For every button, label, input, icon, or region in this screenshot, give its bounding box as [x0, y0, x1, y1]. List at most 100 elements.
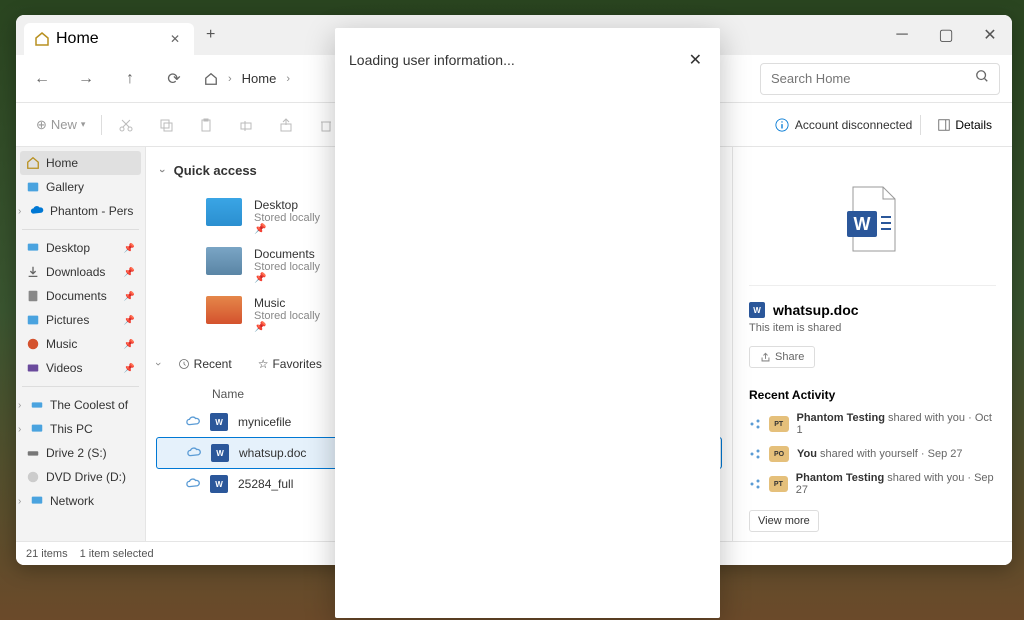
share-icon [760, 352, 771, 363]
pin-icon: 📌 [124, 291, 135, 302]
pin-icon: 📌 [124, 339, 135, 350]
nav-videos[interactable]: Videos📌 [20, 356, 141, 380]
nav-network[interactable]: Network [20, 489, 141, 513]
search-input[interactable] [771, 71, 975, 86]
folder-icon [206, 247, 242, 275]
view-more-button[interactable]: View more [749, 510, 819, 532]
folder-icon [206, 198, 242, 226]
back-button[interactable]: ← [28, 65, 56, 93]
new-tab-button[interactable]: + [206, 26, 215, 44]
favorites-toggle[interactable]: ☆Favorites [250, 353, 330, 375]
cut-button[interactable] [110, 109, 142, 141]
copy-button[interactable] [150, 109, 182, 141]
share-button[interactable] [270, 109, 302, 141]
details-filename-row: W whatsup.doc [749, 302, 996, 318]
pictures-icon [26, 313, 40, 327]
drive-icon [26, 446, 40, 460]
details-icon [937, 118, 951, 132]
tab-home[interactable]: Home ✕ [24, 23, 194, 55]
share-icon [749, 478, 761, 490]
breadcrumb[interactable]: › Home › [204, 71, 290, 86]
navigation-pane[interactable]: Home Gallery Phantom - Pers Desktop📌 Dow… [16, 147, 146, 541]
nav-downloads[interactable]: Downloads📌 [20, 260, 141, 284]
plus-circle-icon: ⊕ [36, 117, 47, 133]
nav-thispc[interactable]: This PC [20, 417, 141, 441]
maximize-button[interactable]: ▢ [924, 19, 968, 51]
dialog-title: Loading user information... [349, 52, 515, 68]
share-icon [749, 448, 761, 460]
chevron-down-icon[interactable]: › [152, 362, 164, 366]
dvd-icon [26, 470, 40, 484]
details-pane-toggle[interactable]: Details [929, 114, 1000, 136]
pin-icon: 📌 [254, 273, 320, 284]
word-file-icon: W [749, 302, 765, 318]
share-button[interactable]: Share [749, 346, 815, 368]
selection-count: 1 item selected [80, 548, 154, 560]
chevron-right-icon: › [286, 73, 290, 85]
minimize-button[interactable]: ─ [880, 19, 924, 51]
close-window-button[interactable]: ✕ [968, 19, 1012, 51]
gallery-icon [26, 180, 40, 194]
chevron-down-icon: ▾ [81, 119, 86, 130]
details-pane: W W whatsup.doc This item is shared Shar… [732, 147, 1012, 541]
avatar: PT [769, 416, 789, 432]
cloud-icon [186, 477, 200, 491]
breadcrumb-item[interactable]: Home [242, 71, 277, 86]
download-icon [26, 265, 40, 279]
close-tab-icon[interactable]: ✕ [166, 30, 184, 48]
nav-desktop[interactable]: Desktop📌 [20, 236, 141, 260]
paste-button[interactable] [190, 109, 222, 141]
desktop-icon [26, 241, 40, 255]
search-box[interactable] [760, 63, 1000, 95]
nav-coolest[interactable]: The Coolest of [20, 393, 141, 417]
cloud-icon [187, 446, 201, 460]
up-button[interactable]: ↑ [116, 65, 144, 93]
shared-label: This item is shared [749, 322, 996, 334]
activity-item: PO You shared with yourself · Sep 27 [749, 446, 996, 462]
new-button[interactable]: ⊕ New ▾ [28, 113, 93, 137]
account-status[interactable]: Account disconnected [775, 118, 912, 132]
refresh-button[interactable]: ⟳ [160, 65, 188, 93]
nav-pictures[interactable]: Pictures📌 [20, 308, 141, 332]
loading-dialog: Loading user information... ✕ [335, 28, 720, 618]
rename-button[interactable] [230, 109, 262, 141]
close-dialog-button[interactable]: ✕ [685, 46, 706, 74]
tab-label: Home [56, 30, 99, 48]
word-document-icon: W [843, 183, 903, 255]
share-icon [749, 418, 761, 430]
pin-icon: 📌 [124, 267, 135, 278]
pin-icon: 📌 [124, 363, 135, 374]
search-icon[interactable] [975, 69, 989, 88]
cloud-icon [186, 415, 200, 429]
word-file-icon: W [210, 413, 228, 431]
documents-icon [26, 289, 40, 303]
chevron-right-icon: › [228, 73, 232, 85]
nav-documents[interactable]: Documents📌 [20, 284, 141, 308]
nav-dvd[interactable]: DVD Drive (D:) [20, 465, 141, 489]
cloud-icon [30, 204, 44, 218]
chevron-down-icon: › [156, 169, 168, 173]
word-file-icon: W [210, 475, 228, 493]
activity-item: PT Phantom Testing shared with you · Oct… [749, 412, 996, 436]
clock-icon [178, 358, 190, 370]
file-preview: W [749, 163, 996, 285]
drive-icon [30, 398, 44, 412]
nav-onedrive[interactable]: Phantom - Pers [20, 199, 141, 223]
folder-icon [206, 296, 242, 324]
pin-icon: 📌 [124, 315, 135, 326]
nav-music[interactable]: Music📌 [20, 332, 141, 356]
avatar: PT [769, 476, 788, 492]
nav-gallery[interactable]: Gallery [20, 175, 141, 199]
activity-item: PT Phantom Testing shared with you · Sep… [749, 472, 996, 496]
avatar: PO [769, 446, 789, 462]
nav-home[interactable]: Home [20, 151, 141, 175]
home-icon [204, 72, 218, 86]
info-icon [775, 118, 789, 132]
network-icon [30, 494, 44, 508]
forward-button[interactable]: → [72, 65, 100, 93]
home-icon [34, 31, 50, 47]
home-icon [26, 156, 40, 170]
nav-drive2[interactable]: Drive 2 (S:) [20, 441, 141, 465]
pin-icon: 📌 [124, 243, 135, 254]
recent-toggle[interactable]: Recent [170, 353, 240, 375]
